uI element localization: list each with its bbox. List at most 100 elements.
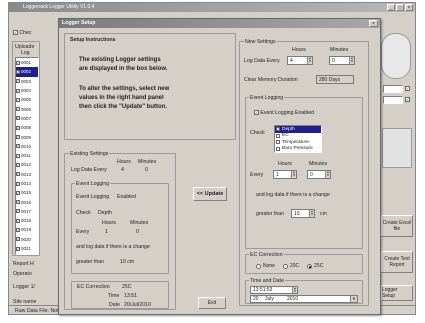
existing-minutes-label: Minutes [138,159,157,165]
existing-ev-minutes-label: Minutes [130,220,149,226]
radio-icon[interactable] [256,263,261,269]
check-option-checkbox[interactable]: ✓ [276,127,280,132]
bg-log-list-item[interactable]: ✓ 0003 [16,77,38,86]
check-parameter-list[interactable]: ✓ Depth EC Temperature Baro Pressure [274,125,322,153]
chevron-down-icon[interactable]: ▼ [350,296,357,302]
exit-button[interactable]: Exit [198,297,226,309]
bg-log-item-checkbox[interactable]: ✓ [16,209,20,214]
instructions-line-4: values in the right hand panel [79,95,164,101]
bg-right-check-2[interactable]: ✓ [405,97,410,102]
event-enabled-checkbox[interactable]: ✓ [254,110,259,116]
date-picker[interactable]: 20 July 2010 ▼ [250,295,358,303]
bg-log-item-checkbox[interactable]: ✓ [16,153,20,158]
bg-logger-label: Logger 1/ [13,284,35,290]
spin-arrows-icon[interactable]: ▲ ▼ [349,57,354,64]
background-maximize-button[interactable]: □ [396,4,404,11]
bg-log-item-checkbox[interactable]: ✓ [16,181,20,186]
bg-log-list-item[interactable]: ✓ 0007 [16,114,38,123]
bg-right-check-1[interactable]: ✓ [405,86,410,91]
bg-log-list-item[interactable]: ✓ 0018 [16,216,38,225]
new-greater-unit: cm [320,211,327,217]
ec-option-20c[interactable]: 20C [282,263,299,269]
bg-log-item-label: 0002 [21,69,32,75]
bg-log-item-checkbox[interactable]: ✓ [16,116,20,121]
update-button-label: << Update [196,191,224,197]
spin-arrows-icon[interactable]: ▲ ▼ [291,171,296,178]
existing-hours-value: 4 [121,167,124,173]
radio-icon[interactable] [307,263,313,269]
bg-log-item-checkbox[interactable]: ✓ [16,107,20,112]
new-minutes-spinner[interactable]: 0 ▲ ▼ [329,56,355,65]
bg-log-item-checkbox[interactable]: ✓ [16,172,20,177]
background-close-button[interactable]: × [405,4,413,11]
spin-arrows-icon[interactable]: ▲ ▼ [292,287,297,293]
ec-correction-group: EC Correction None 20C 25C [245,252,363,274]
bg-log-item-checkbox[interactable]: ✓ [16,218,20,223]
bg-log-list-item[interactable]: ✓ 0017 [16,207,38,216]
bg-log-list-item[interactable]: ✓ 0020 [16,235,38,244]
check-option-item[interactable]: Baro Pressure [275,146,321,153]
check-option-checkbox[interactable] [276,146,280,151]
background-minimize-button[interactable]: _ [387,4,395,11]
spin-arrows-icon[interactable]: ▲ ▼ [307,57,312,64]
dialog-close-button[interactable]: × [369,20,378,27]
bg-log-item-checkbox[interactable]: ✓ [16,125,20,130]
bg-log-list-item[interactable]: ✓ 0001 [16,58,38,67]
bg-log-list-item[interactable]: ✓ 0016 [16,197,38,206]
new-hours-spinner[interactable]: 4 ▲ ▼ [287,56,313,65]
bg-check-checkbox[interactable]: ✓ [13,30,18,36]
bg-log-item-checkbox[interactable]: ✓ [16,97,20,102]
bg-log-item-checkbox[interactable]: ✓ [16,144,20,149]
radio-icon[interactable] [282,263,288,269]
logger-setup-button[interactable]: Logger Setup [381,285,413,301]
bg-log-item-checkbox[interactable]: ✓ [16,135,20,140]
time-input[interactable]: 13:51:53 ▲ ▼ [250,286,298,294]
existing-greater-value: 10 cm [120,259,135,265]
bg-log-list-item[interactable]: ✓ 0004 [16,86,38,95]
bg-log-list-item[interactable]: ✓ 0010 [16,142,38,151]
bg-log-item-checkbox[interactable]: ✓ [16,79,20,84]
bg-log-list[interactable]: ✓ 0001 ✓ 0002 ✓ 0003 ✓ 0004 ✓ 0005 ✓ 0006 ✓ 0007 ✓ 0008… [15,57,39,255]
new-ev-hours-spinner[interactable]: 1 ▲ ▼ [273,170,297,179]
ec-option-25c[interactable]: 25C [307,263,323,269]
spin-arrows-icon[interactable]: ▲ ▼ [309,210,314,217]
existing-hours-label: Hours [117,159,131,165]
bg-log-list-item[interactable]: ✓ 0011 [16,151,38,160]
new-greater-value: 10 [294,210,300,217]
bg-log-item-checkbox[interactable]: ✓ [16,246,20,251]
bg-log-item-checkbox[interactable]: ✓ [16,69,20,74]
new-ev-minutes-spinner[interactable]: 0 ▲ ▼ [307,170,331,179]
existing-ec-time-group: EC Correction 25C Time 13:51 Date 20/Jul… [71,281,169,309]
bg-log-list-item[interactable]: ✓ 0014 [16,179,38,188]
bg-log-list-item[interactable]: ✓ 0006 [16,104,38,113]
bg-log-item-checkbox[interactable]: ✓ [16,200,20,205]
create-text-report-label: Create Text Report [384,256,410,268]
bg-log-list-item[interactable]: ✓ 0012 [16,160,38,169]
bg-log-list-item[interactable]: ✓ 0013 [16,170,38,179]
instructions-line-5: then click the "Update" button. [79,104,168,110]
bg-log-item-checkbox[interactable]: ✓ [16,88,20,93]
check-option-checkbox[interactable] [276,133,280,138]
bg-log-item-checkbox[interactable]: ✓ [16,162,20,167]
event-enabled-row[interactable]: ✓ Event Logging Enabled [254,110,314,116]
bg-log-list-item[interactable]: ✓ 0005 [16,95,38,104]
create-excel-button[interactable]: Create Excel file [381,215,413,237]
bg-log-list-item[interactable]: ✓ 0009 [16,132,38,141]
new-ev-minutes-value: 0 [310,171,313,178]
bg-log-list-item[interactable]: ✓ 0021 [16,244,38,253]
update-button[interactable]: << Update [193,187,227,201]
bg-log-item-checkbox[interactable]: ✓ [16,237,20,242]
check-option-checkbox[interactable] [276,140,280,145]
spin-arrows-icon[interactable]: ▲ ▼ [325,171,330,178]
bg-log-list-item[interactable]: ✓ 0002 [16,67,38,77]
bg-log-list-item[interactable]: ✓ 0008 [16,123,38,132]
bg-log-item-checkbox[interactable]: ✓ [16,227,20,232]
bg-log-item-checkbox[interactable]: ✓ [16,60,20,65]
new-greater-spinner[interactable]: 10 ▲ ▼ [291,209,315,218]
check-option-label: Baro Pressure [282,146,313,152]
bg-log-list-item[interactable]: ✓ 0015 [16,188,38,197]
bg-log-list-item[interactable]: ✓ 0019 [16,225,38,234]
create-text-report-button[interactable]: Create Text Report [381,251,413,273]
ec-option-none[interactable]: None [256,263,275,269]
bg-log-item-checkbox[interactable]: ✓ [16,190,20,195]
